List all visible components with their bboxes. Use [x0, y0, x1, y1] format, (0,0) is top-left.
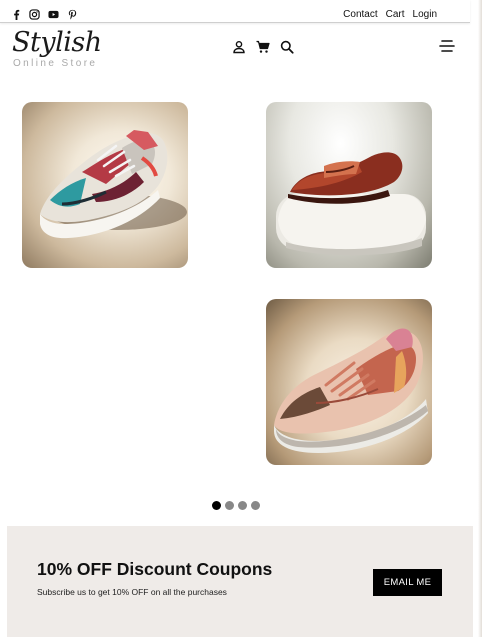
top-links: Contact Cart Login [343, 9, 437, 20]
social-links [11, 9, 78, 20]
header-actions [232, 40, 294, 54]
carousel-dot[interactable] [225, 501, 234, 510]
sneaker-image [274, 328, 428, 453]
product-sneaker-colorful[interactable] [22, 102, 188, 268]
cart-icon[interactable] [256, 40, 270, 54]
carousel-dot[interactable] [212, 501, 221, 510]
top-bar: Contact Cart Login [0, 0, 470, 23]
pinterest-icon[interactable] [67, 9, 78, 20]
promo-title: 10% OFF Discount Coupons [37, 559, 273, 579]
carousel-dot[interactable] [251, 501, 260, 510]
logo-subtitle: Online Store [13, 58, 98, 69]
carousel-indicators [212, 501, 260, 510]
product-loafer-brown[interactable] [266, 102, 432, 268]
search-icon[interactable] [280, 40, 294, 54]
login-link[interactable]: Login [413, 9, 437, 20]
promo-subtitle: Subscribe us to get 10% OFF on all the p… [37, 587, 227, 597]
facebook-icon[interactable] [11, 9, 22, 20]
contact-link[interactable]: Contact [343, 9, 377, 20]
sneaker-image [40, 130, 187, 239]
product-sneaker-pink[interactable] [266, 299, 432, 465]
user-icon[interactable] [232, 40, 246, 54]
discount-banner: 10% OFF Discount Coupons Subscribe us to… [7, 526, 473, 637]
youtube-icon[interactable] [47, 9, 60, 20]
window-edge [478, 0, 482, 637]
carousel-dot[interactable] [238, 501, 247, 510]
cart-link[interactable]: Cart [386, 9, 405, 20]
instagram-icon[interactable] [29, 9, 40, 20]
brand-logo[interactable]: Stylish Online Store [12, 27, 102, 70]
loafer-image [276, 152, 426, 256]
email-me-button[interactable]: EMAIL ME [373, 569, 442, 596]
menu-icon[interactable] [439, 38, 455, 54]
logo-text: Stylish [12, 27, 102, 58]
